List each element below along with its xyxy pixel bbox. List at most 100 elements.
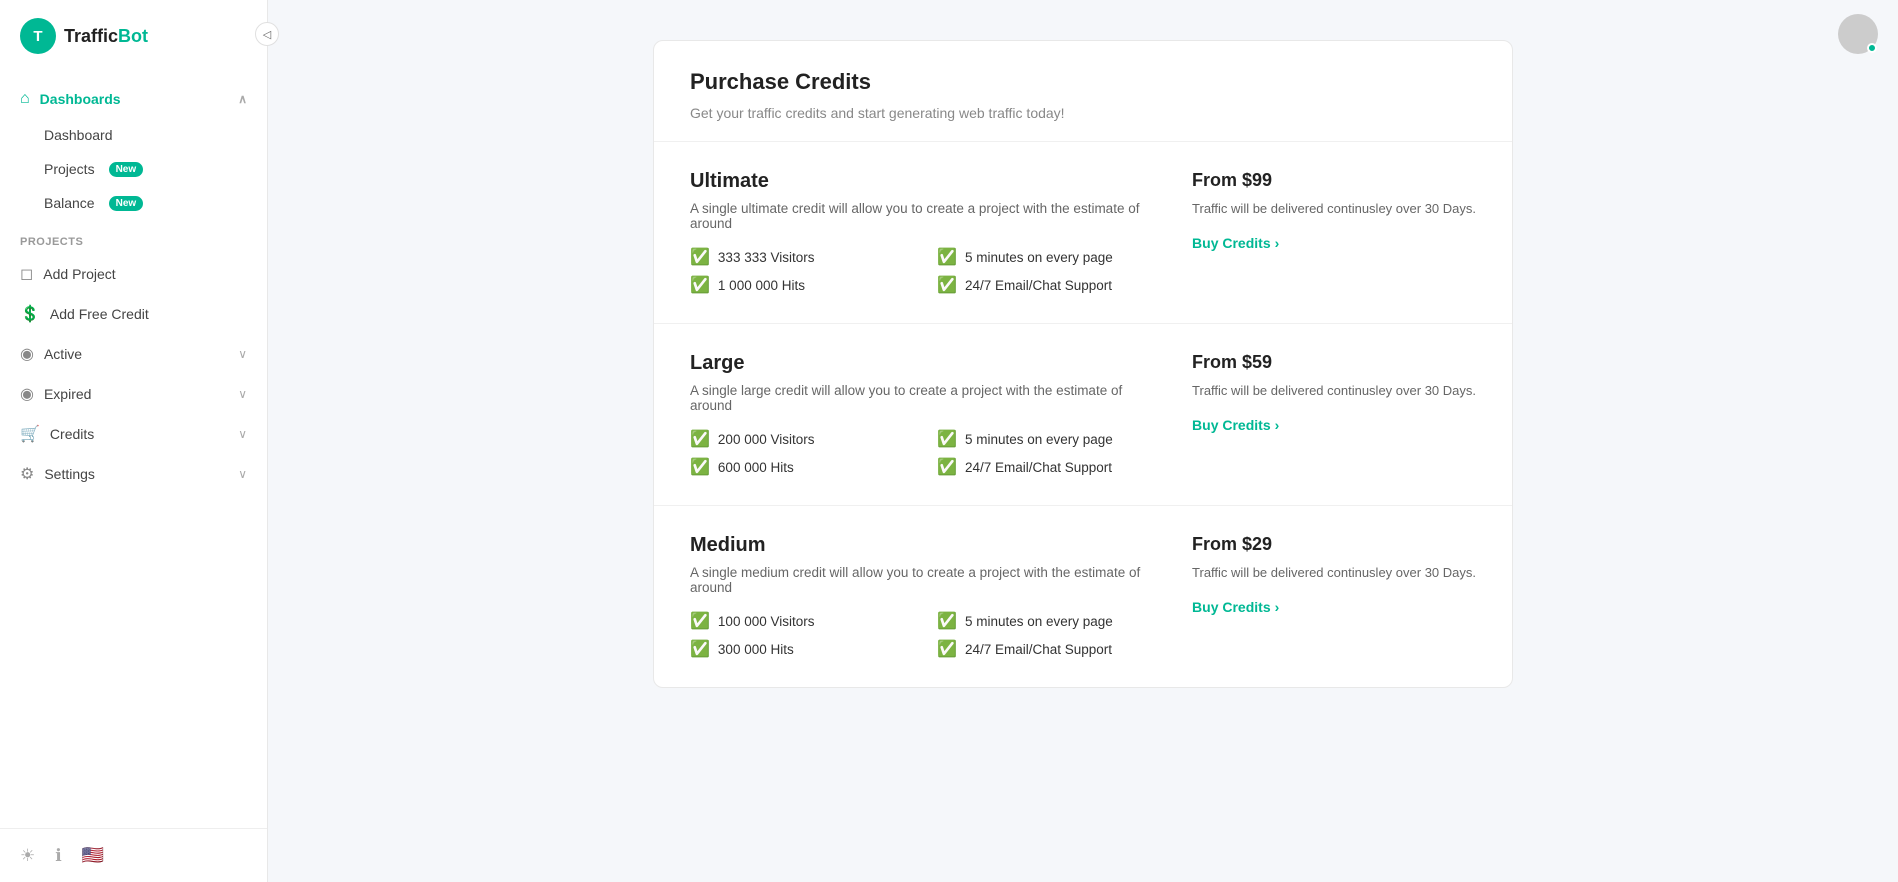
feature-item: ✅ 300 000 Hits (690, 639, 913, 659)
plan-description: A single ultimate credit will allow you … (690, 201, 1160, 231)
sidebar-item-add-free-credit[interactable]: 💲 Add Free Credit (0, 294, 267, 334)
arrow-icon: › (1275, 417, 1280, 433)
sidebar-item-expired[interactable]: ◉ Expired ∨ (0, 374, 267, 414)
chevron-down-icon: ∨ (238, 387, 247, 401)
sidebar-header: T TrafficBot ◁ (0, 0, 267, 72)
projects-badge: New (109, 162, 144, 177)
plan-features: ✅ 200 000 Visitors ✅ 5 minutes on every … (690, 429, 1160, 477)
dashboard-label: Dashboard (44, 127, 113, 143)
plan-price: From $29 (1192, 534, 1476, 555)
plans-list: Ultimate A single ultimate credit will a… (654, 142, 1512, 687)
check-icon: ✅ (937, 611, 957, 631)
check-icon: ✅ (690, 611, 710, 631)
sidebar-item-add-project[interactable]: ◻ Add Project (0, 254, 267, 294)
buy-credits-label: Buy Credits (1192, 599, 1271, 615)
feature-item: ✅ 100 000 Visitors (690, 611, 913, 631)
plan-left-ultimate: Ultimate A single ultimate credit will a… (690, 170, 1160, 295)
plan-card-ultimate: Ultimate A single ultimate credit will a… (654, 142, 1512, 324)
document-icon: ◻ (20, 264, 33, 284)
feature-label: 5 minutes on every page (965, 250, 1113, 265)
plan-features: ✅ 100 000 Visitors ✅ 5 minutes on every … (690, 611, 1160, 659)
user-avatar-container (1838, 14, 1878, 54)
check-icon: ✅ (690, 275, 710, 295)
feature-item: ✅ 333 333 Visitors (690, 247, 913, 267)
sun-icon[interactable]: ☀ (20, 846, 35, 866)
add-project-label: Add Project (43, 266, 115, 282)
arrow-icon: › (1275, 235, 1280, 251)
buy-credits-link[interactable]: Buy Credits › (1192, 235, 1279, 251)
sidebar-dashboards-label: Dashboards (40, 91, 121, 107)
buy-credits-link[interactable]: Buy Credits › (1192, 417, 1279, 433)
chevron-up-icon: ∧ (238, 92, 247, 106)
plan-description: A single medium credit will allow you to… (690, 565, 1160, 595)
feature-label: 5 minutes on every page (965, 432, 1113, 447)
arrow-icon: › (1275, 599, 1280, 615)
plan-delivery: Traffic will be delivered continusley ov… (1192, 381, 1476, 401)
feature-item: ✅ 24/7 Email/Chat Support (937, 639, 1160, 659)
plan-card-large: Large A single large credit will allow y… (654, 324, 1512, 506)
check-icon: ✅ (937, 275, 957, 295)
projects-section-label: PROJECTS (0, 220, 267, 254)
sidebar-item-dashboards[interactable]: ⌂ Dashboards ∧ (0, 80, 267, 118)
check-icon: ✅ (690, 429, 710, 449)
sidebar-item-settings[interactable]: ⚙ Settings ∨ (0, 454, 267, 494)
page-header: Purchase Credits Get your traffic credit… (654, 41, 1512, 142)
feature-item: ✅ 5 minutes on every page (937, 611, 1160, 631)
feature-label: 5 minutes on every page (965, 614, 1113, 629)
add-free-credit-label: Add Free Credit (50, 306, 149, 322)
plan-card-medium: Medium A single medium credit will allow… (654, 506, 1512, 687)
check-icon: ✅ (937, 247, 957, 267)
page-subtitle: Get your traffic credits and start gener… (690, 105, 1476, 121)
sidebar: T TrafficBot ◁ ⌂ Dashboards ∧ Dashboard … (0, 0, 268, 882)
avatar[interactable] (1838, 14, 1878, 54)
home-icon: ⌂ (20, 90, 30, 108)
buy-credits-label: Buy Credits (1192, 417, 1271, 433)
plan-left-large: Large A single large credit will allow y… (690, 352, 1160, 477)
settings-label: Settings (44, 466, 95, 482)
plan-price: From $99 (1192, 170, 1476, 191)
sidebar-footer: ☀ ℹ 🇺🇸 (0, 828, 267, 882)
purchase-credits-card: Purchase Credits Get your traffic credit… (653, 40, 1513, 688)
online-status-dot (1867, 43, 1877, 53)
feature-label: 333 333 Visitors (718, 250, 815, 265)
check-icon: ✅ (690, 457, 710, 477)
check-icon: ✅ (690, 247, 710, 267)
chevron-down-icon: ∨ (238, 427, 247, 441)
projects-label: Projects (44, 161, 95, 177)
sidebar-item-credits[interactable]: 🛒 Credits ∨ (0, 414, 267, 454)
plan-price: From $59 (1192, 352, 1476, 373)
main-content: Purchase Credits Get your traffic credit… (268, 0, 1898, 882)
sidebar-item-projects[interactable]: Projects New (0, 152, 267, 186)
sidebar-nav: ⌂ Dashboards ∧ Dashboard Projects New Ba… (0, 72, 267, 828)
plan-name: Large (690, 352, 1160, 375)
buy-credits-link[interactable]: Buy Credits › (1192, 599, 1279, 615)
plan-right-large: From $59 Traffic will be delivered conti… (1192, 352, 1476, 477)
collapse-button[interactable]: ◁ (255, 22, 279, 46)
check-icon: ✅ (937, 639, 957, 659)
dollar-icon: 💲 (20, 304, 40, 324)
plan-features: ✅ 333 333 Visitors ✅ 5 minutes on every … (690, 247, 1160, 295)
plan-left-medium: Medium A single medium credit will allow… (690, 534, 1160, 659)
feature-label: 600 000 Hits (718, 460, 794, 475)
sidebar-item-dashboard[interactable]: Dashboard (0, 118, 267, 152)
logo-icon: T (20, 18, 56, 54)
feature-label: 1 000 000 Hits (718, 278, 805, 293)
feature-item: ✅ 5 minutes on every page (937, 247, 1160, 267)
feature-label: 200 000 Visitors (718, 432, 815, 447)
plan-delivery: Traffic will be delivered continusley ov… (1192, 199, 1476, 219)
balance-label: Balance (44, 195, 95, 211)
plan-delivery: Traffic will be delivered continusley ov… (1192, 563, 1476, 583)
feature-item: ✅ 24/7 Email/Chat Support (937, 457, 1160, 477)
sidebar-item-balance[interactable]: Balance New (0, 186, 267, 220)
feature-item: ✅ 1 000 000 Hits (690, 275, 913, 295)
info-icon[interactable]: ℹ (55, 846, 61, 866)
feature-label: 100 000 Visitors (718, 614, 815, 629)
buy-credits-label: Buy Credits (1192, 235, 1271, 251)
check-icon: ✅ (690, 639, 710, 659)
language-flag-icon[interactable]: 🇺🇸 (82, 845, 104, 866)
sidebar-item-active[interactable]: ◉ Active ∨ (0, 334, 267, 374)
check-icon: ✅ (937, 457, 957, 477)
feature-item: ✅ 24/7 Email/Chat Support (937, 275, 1160, 295)
check-icon: ✅ (937, 429, 957, 449)
feature-item: ✅ 600 000 Hits (690, 457, 913, 477)
